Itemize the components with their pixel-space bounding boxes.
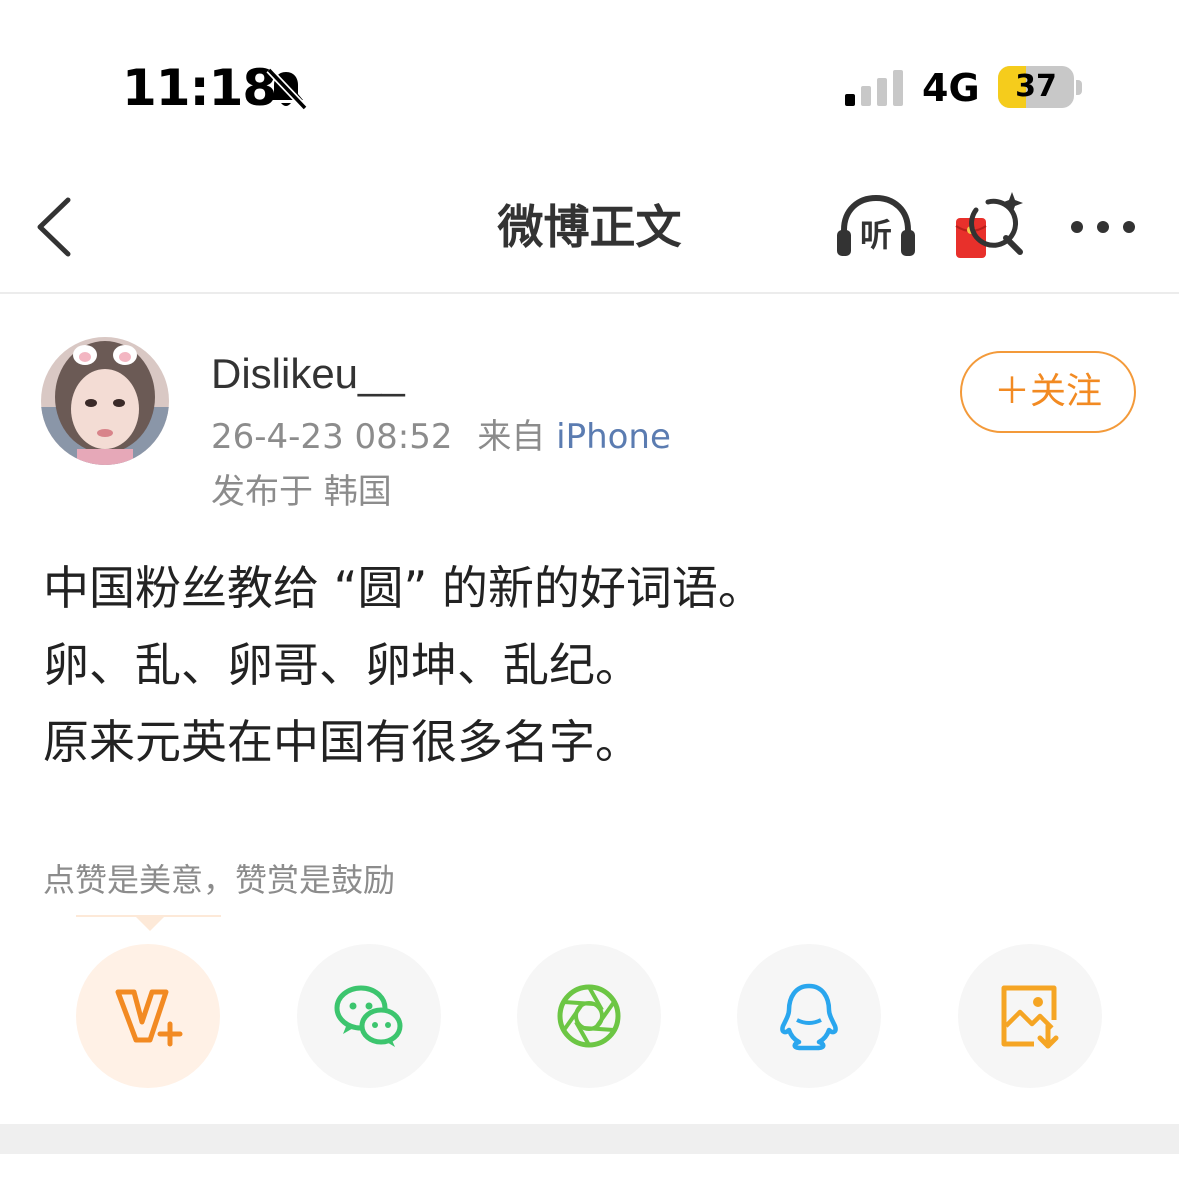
red-packet-search-icon[interactable] — [950, 188, 1030, 264]
signal-icon — [845, 70, 903, 106]
network-type: 4G — [922, 66, 980, 110]
status-time: 11:18 — [122, 59, 277, 117]
content-line: 原来元英在中国有很多名字。 — [43, 715, 641, 769]
save-image-button[interactable] — [958, 944, 1102, 1088]
post-content[interactable]: 中国粉丝教给 “圆” 的新的好词语。 卵、乱、卵哥、卵坤、乱纪。 原来元英在中国… — [43, 550, 1143, 781]
reward-button[interactable] — [76, 944, 220, 1088]
more-dots-icon[interactable] — [1068, 212, 1138, 242]
username[interactable]: Dislikeu__ — [211, 344, 405, 404]
content-line: 卵、乱、卵哥、卵坤、乱纪。 — [43, 638, 641, 692]
share-wechat-button[interactable] — [297, 944, 441, 1088]
nav-divider — [0, 292, 1179, 294]
moments-icon — [557, 984, 621, 1048]
listen-headphones-icon[interactable]: 听 — [834, 192, 918, 262]
bell-muted-icon — [266, 67, 308, 111]
avatar[interactable] — [41, 337, 169, 465]
share-qq-button[interactable] — [737, 944, 881, 1088]
post-location: 发布于 韩国 — [211, 472, 392, 512]
reward-tip: 点赞是美意，赞赏是鼓励 — [43, 861, 396, 899]
content-line: 中国粉丝教给 “圆” 的新的好词语。 — [43, 561, 764, 615]
bottom-divider-band — [0, 1124, 1179, 1154]
listen-label: 听 — [860, 216, 892, 254]
reward-v-plus-icon — [115, 989, 183, 1047]
qq-icon — [780, 983, 838, 1051]
follow-button[interactable]: ＋关注 — [960, 351, 1136, 433]
reward-tip-arrow — [136, 917, 164, 931]
post-meta: 26-4-23 08:52 来自 iPhone — [211, 412, 671, 462]
wechat-icon — [334, 985, 403, 1047]
post-time: 26-4-23 08:52 — [211, 417, 453, 457]
source-prefix: 来自 — [477, 417, 546, 457]
battery-level: 37 — [1015, 69, 1057, 104]
battery-indicator: 37 — [998, 66, 1074, 108]
avatar-image — [41, 337, 169, 465]
battery-tip — [1076, 80, 1082, 95]
share-moments-button[interactable] — [517, 944, 661, 1088]
save-image-icon — [1001, 985, 1059, 1049]
source-link[interactable]: iPhone — [556, 417, 671, 457]
